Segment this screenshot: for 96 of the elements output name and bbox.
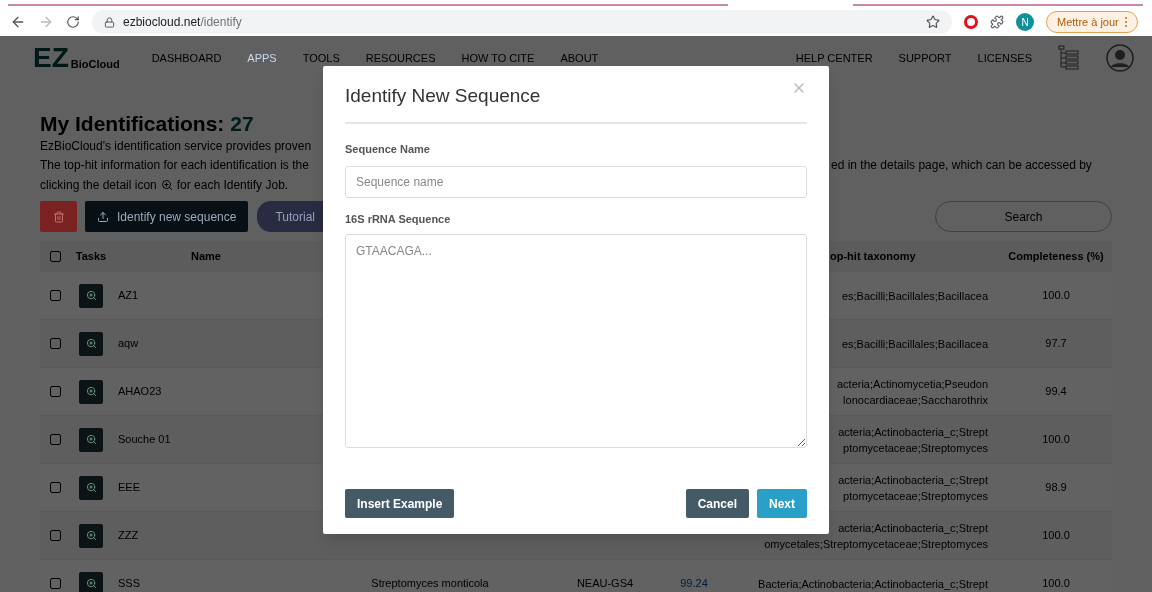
details-button[interactable] <box>79 283 103 308</box>
insert-example-button[interactable]: Insert Example <box>345 489 455 518</box>
column-header: Name <box>190 248 222 264</box>
details-button[interactable] <box>79 571 103 592</box>
column-header: Tasks <box>74 248 108 264</box>
table-cell: Streptomyces monticola <box>371 577 489 590</box>
table-cell-text: 97.7 <box>1044 336 1068 352</box>
checkbox[interactable] <box>49 290 61 301</box>
table-cell: NEAU-GS4 <box>576 577 634 590</box>
checkbox[interactable] <box>49 386 61 397</box>
table-cell-text: lonocardiaceae;Saccharothrix <box>843 392 988 408</box>
table-cell-text: EEE <box>117 480 141 496</box>
similarity-link[interactable]: 99.24 <box>680 577 708 590</box>
table-cell-text: 98.9 <box>1044 480 1068 496</box>
table-cell-text: 100.0 <box>1041 288 1071 304</box>
url-text: ezbiocloud.net/identify <box>123 14 242 31</box>
page-title: My Identifications: 27 <box>40 111 254 137</box>
table-cell-text: acteria;Actinobacteria_c;Strept <box>838 472 988 488</box>
table-cell-text: es;Bacilli;Bacillales;Bacillacea <box>841 288 988 304</box>
details-button[interactable] <box>79 475 103 500</box>
checkbox[interactable] <box>49 434 61 445</box>
checkbox[interactable] <box>49 578 61 589</box>
nav-link[interactable]: HELP CENTER <box>795 49 873 67</box>
checkbox[interactable] <box>49 530 61 541</box>
zoom-in-icon <box>85 578 97 589</box>
table-cell-text: Souche 01 <box>117 432 172 448</box>
extensions-icon[interactable] <box>990 15 1004 29</box>
field-label: Sequence Name <box>345 142 431 157</box>
table-cell-text: Bacteria;Actinobacteria;Actinobacteria_c;Strept <box>758 576 988 592</box>
zoom-in-icon <box>85 290 97 301</box>
zoom-in-icon <box>85 386 97 397</box>
table-cell-text: 99.4 <box>1044 384 1068 400</box>
reload-icon[interactable] <box>66 15 80 29</box>
table-cell-text: acteria;Actinomycetia;Pseudon <box>836 376 988 392</box>
zoom-in-icon <box>85 482 97 493</box>
table-cell-text: omycetales;Streptomycetaceae;Streptomyces <box>764 536 988 552</box>
tutorial-button[interactable]: Tutorial <box>257 201 325 232</box>
zoom-in-icon <box>85 530 97 541</box>
field-label: 16S rRNA Sequence <box>345 211 452 227</box>
details-button[interactable] <box>79 427 103 452</box>
zoom-in-icon <box>85 434 97 445</box>
description-text: for each Identify Job. <box>176 177 289 194</box>
details-button[interactable] <box>79 523 103 548</box>
table-cell-text: 100.0 <box>1041 576 1071 592</box>
checkbox[interactable] <box>49 250 61 262</box>
table-cell-text: 100.0 <box>1041 528 1071 544</box>
table-cell-text: ptomycetaceae;Streptomyces <box>843 440 988 456</box>
table-cell-text: 100.0 <box>1041 432 1071 448</box>
details-button[interactable] <box>79 331 103 356</box>
table-cell-text: ZZZ <box>117 528 140 544</box>
table-cell-text: AZ1 <box>117 288 140 304</box>
forward-icon[interactable] <box>38 14 54 30</box>
nav-link[interactable]: ABOUT <box>560 49 599 67</box>
profile-avatar[interactable]: N <box>1016 13 1034 31</box>
cancel-button[interactable]: Cancel <box>685 489 749 518</box>
nav-link[interactable]: HOW TO CITE <box>461 49 535 67</box>
update-button[interactable]: Mettre à jour <box>1046 11 1138 33</box>
bookmark-star-icon[interactable] <box>926 15 940 29</box>
table-cell-text: acteria;Actinobacteria_c;Strept <box>838 424 988 440</box>
description-text: ed in the details page, which can be accessed by <box>831 158 1092 172</box>
table-cell-text: SSS <box>117 576 141 592</box>
column-header: op-hit taxonomy <box>829 248 917 264</box>
delete-button[interactable] <box>40 201 77 232</box>
nav-link[interactable]: DASHBOARD <box>151 49 222 67</box>
table-cell-text: acteria;Actinobacteria_c;Strept <box>838 520 988 536</box>
description-text: The top-hit information for each identification is the <box>40 157 309 174</box>
sequence-field[interactable]: GTAACAGA... <box>345 234 807 448</box>
trash-icon <box>52 210 65 223</box>
modal-title: Identify New Sequence <box>345 83 541 108</box>
column-header: Completeness (%) <box>1007 248 1105 264</box>
table-cell-text: es;Bacilli;Bacillales;Bacillacea <box>841 336 988 352</box>
zoom-in-icon <box>160 179 173 191</box>
checkbox[interactable] <box>49 338 61 349</box>
zoom-in-icon <box>85 338 97 349</box>
back-icon[interactable] <box>10 14 26 30</box>
nav-link[interactable]: TOOLS <box>302 49 340 67</box>
sequence-name-field[interactable]: Sequence name <box>345 165 807 198</box>
identify-new-sequence-button[interactable]: Identify new sequence <box>85 201 249 232</box>
details-button[interactable] <box>79 379 103 404</box>
table-cell-text: ptomycetaceae;Streptomyces <box>843 488 988 504</box>
checkbox[interactable] <box>49 482 61 493</box>
address-bar[interactable]: ezbiocloud.net/identify <box>92 10 952 34</box>
logo[interactable]: EZ BioCloud <box>33 44 120 72</box>
user-avatar-icon[interactable] <box>1106 44 1134 72</box>
nav-link[interactable]: LICENSES <box>977 49 1032 67</box>
description-text: clicking the detail icon <box>40 177 157 194</box>
nav-link[interactable]: SUPPORT <box>898 49 952 67</box>
table-cell-text: aqw <box>117 336 140 352</box>
lock-icon <box>104 16 115 28</box>
description-text: EzBioCloud's identification service provides proven <box>40 138 312 155</box>
upload-icon <box>97 210 109 223</box>
nav-link[interactable]: APPS <box>247 49 277 67</box>
nav-link[interactable]: RESOURCES <box>365 49 436 67</box>
tree-list-icon[interactable] <box>1058 45 1080 71</box>
table-cell-text: AHAO23 <box>117 384 163 400</box>
next-button[interactable]: Next <box>757 489 807 518</box>
